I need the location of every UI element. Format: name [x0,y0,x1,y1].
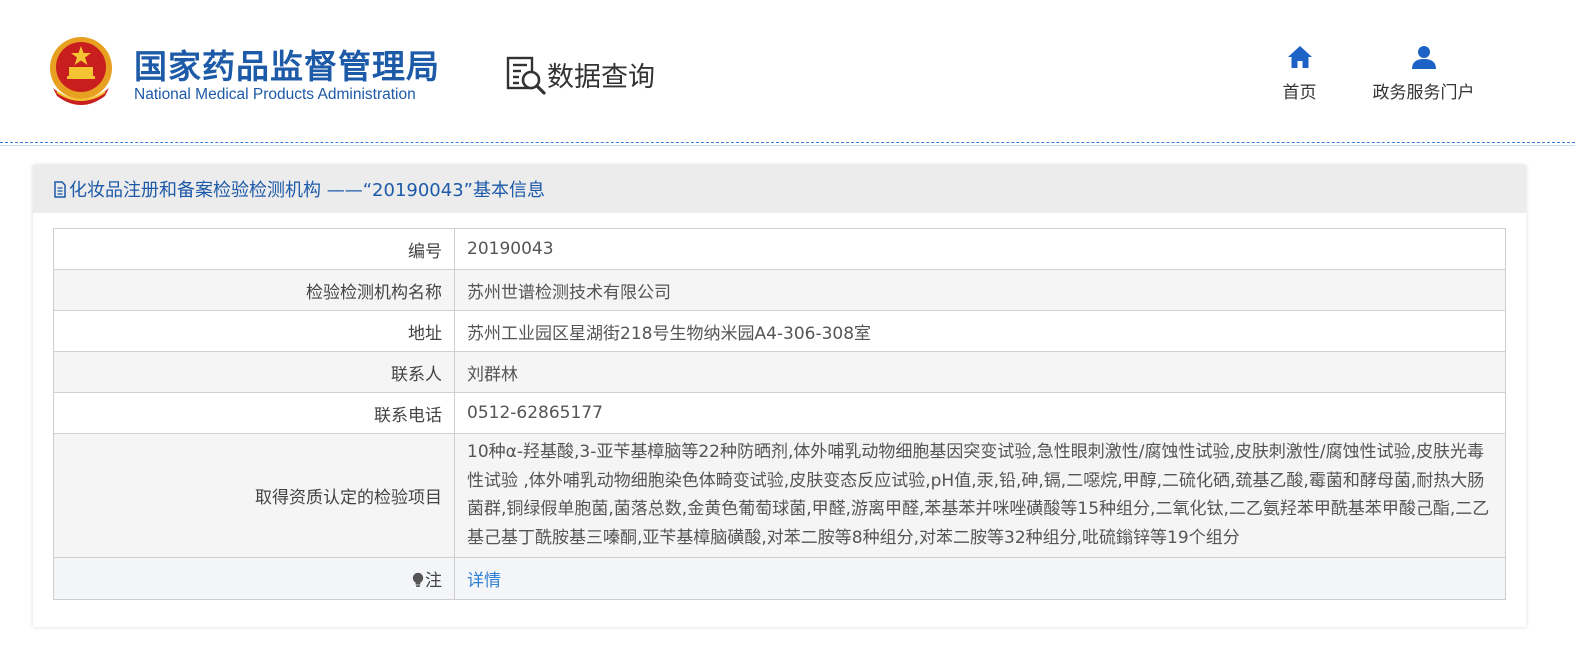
row-label: 联系人 [53,351,455,393]
row-value: 20190043 [454,228,1506,270]
table-row: 检验检测机构名称 苏州世谱检测技术有限公司 [53,269,1506,311]
header-divider-shadow [0,145,1575,146]
nav-service-portal[interactable]: 政务服务门户 [1366,44,1481,103]
row-label: 检验检测机构名称 [53,269,455,311]
lightbulb-icon [412,572,424,587]
document-search-icon [506,56,546,95]
note-label-cell: 注 [53,557,455,600]
nav-home-label: 首页 [1282,83,1317,103]
table-row: 联系人 刘群林 [53,351,1506,393]
data-query-label: 数据查询 [547,61,655,93]
row-value: 0512-62865177 [454,392,1506,434]
nav-service-portal-label: 政务服务门户 [1372,83,1475,103]
info-table: 编号 20190043 检验检测机构名称 苏州世谱检测技术有限公司 地址 苏州工… [53,228,1506,600]
header-divider [0,142,1575,143]
home-icon [1287,46,1312,68]
note-row: 注 详情 [53,557,1506,600]
row-value: 刘群林 [454,351,1506,393]
panel-title: 化妆品注册和备案检验检测机构 ——“20190043”基本信息 [33,165,1526,213]
table-row: 编号 20190043 [53,228,1506,270]
row-label: 地址 [53,310,455,352]
info-panel: 化妆品注册和备案检验检测机构 ——“20190043”基本信息 编号 20190… [33,165,1526,627]
site-header: 国家药品监督管理局 National Medical Products Admi… [0,0,1575,146]
document-icon [54,180,66,198]
row-value: 10种α-羟基酸,3-亚苄基樟脑等22种防晒剂,体外哺乳动物细胞基因突变试验,急… [454,433,1506,558]
table-row: 联系电话 0512-62865177 [53,392,1506,434]
row-label: 取得资质认定的检验项目 [53,433,455,558]
note-value-cell: 详情 [454,557,1506,600]
table-row: 取得资质认定的检验项目 10种α-羟基酸,3-亚苄基樟脑等22种防晒剂,体外哺乳… [53,433,1506,558]
user-icon [1411,46,1436,69]
row-value: 苏州世谱检测技术有限公司 [454,269,1506,311]
table-row: 地址 苏州工业园区星湖街218号生物纳米园A4-306-308室 [53,310,1506,352]
agency-name-en: National Medical Products Administration [134,86,416,103]
row-label: 联系电话 [53,392,455,434]
nav-home[interactable]: 首页 [1272,44,1327,103]
data-query-title: 数据查询 [505,52,655,96]
details-link[interactable]: 详情 [467,571,501,591]
row-value: 苏州工业园区星湖街218号生物纳米园A4-306-308室 [454,310,1506,352]
row-label: 编号 [53,228,455,270]
national-emblem-icon [50,37,112,105]
note-label: 注 [425,571,442,591]
panel-title-text: 化妆品注册和备案检验检测机构 ——“20190043”基本信息 [69,180,545,201]
agency-name-cn: 国家药品监督管理局 [134,47,440,86]
